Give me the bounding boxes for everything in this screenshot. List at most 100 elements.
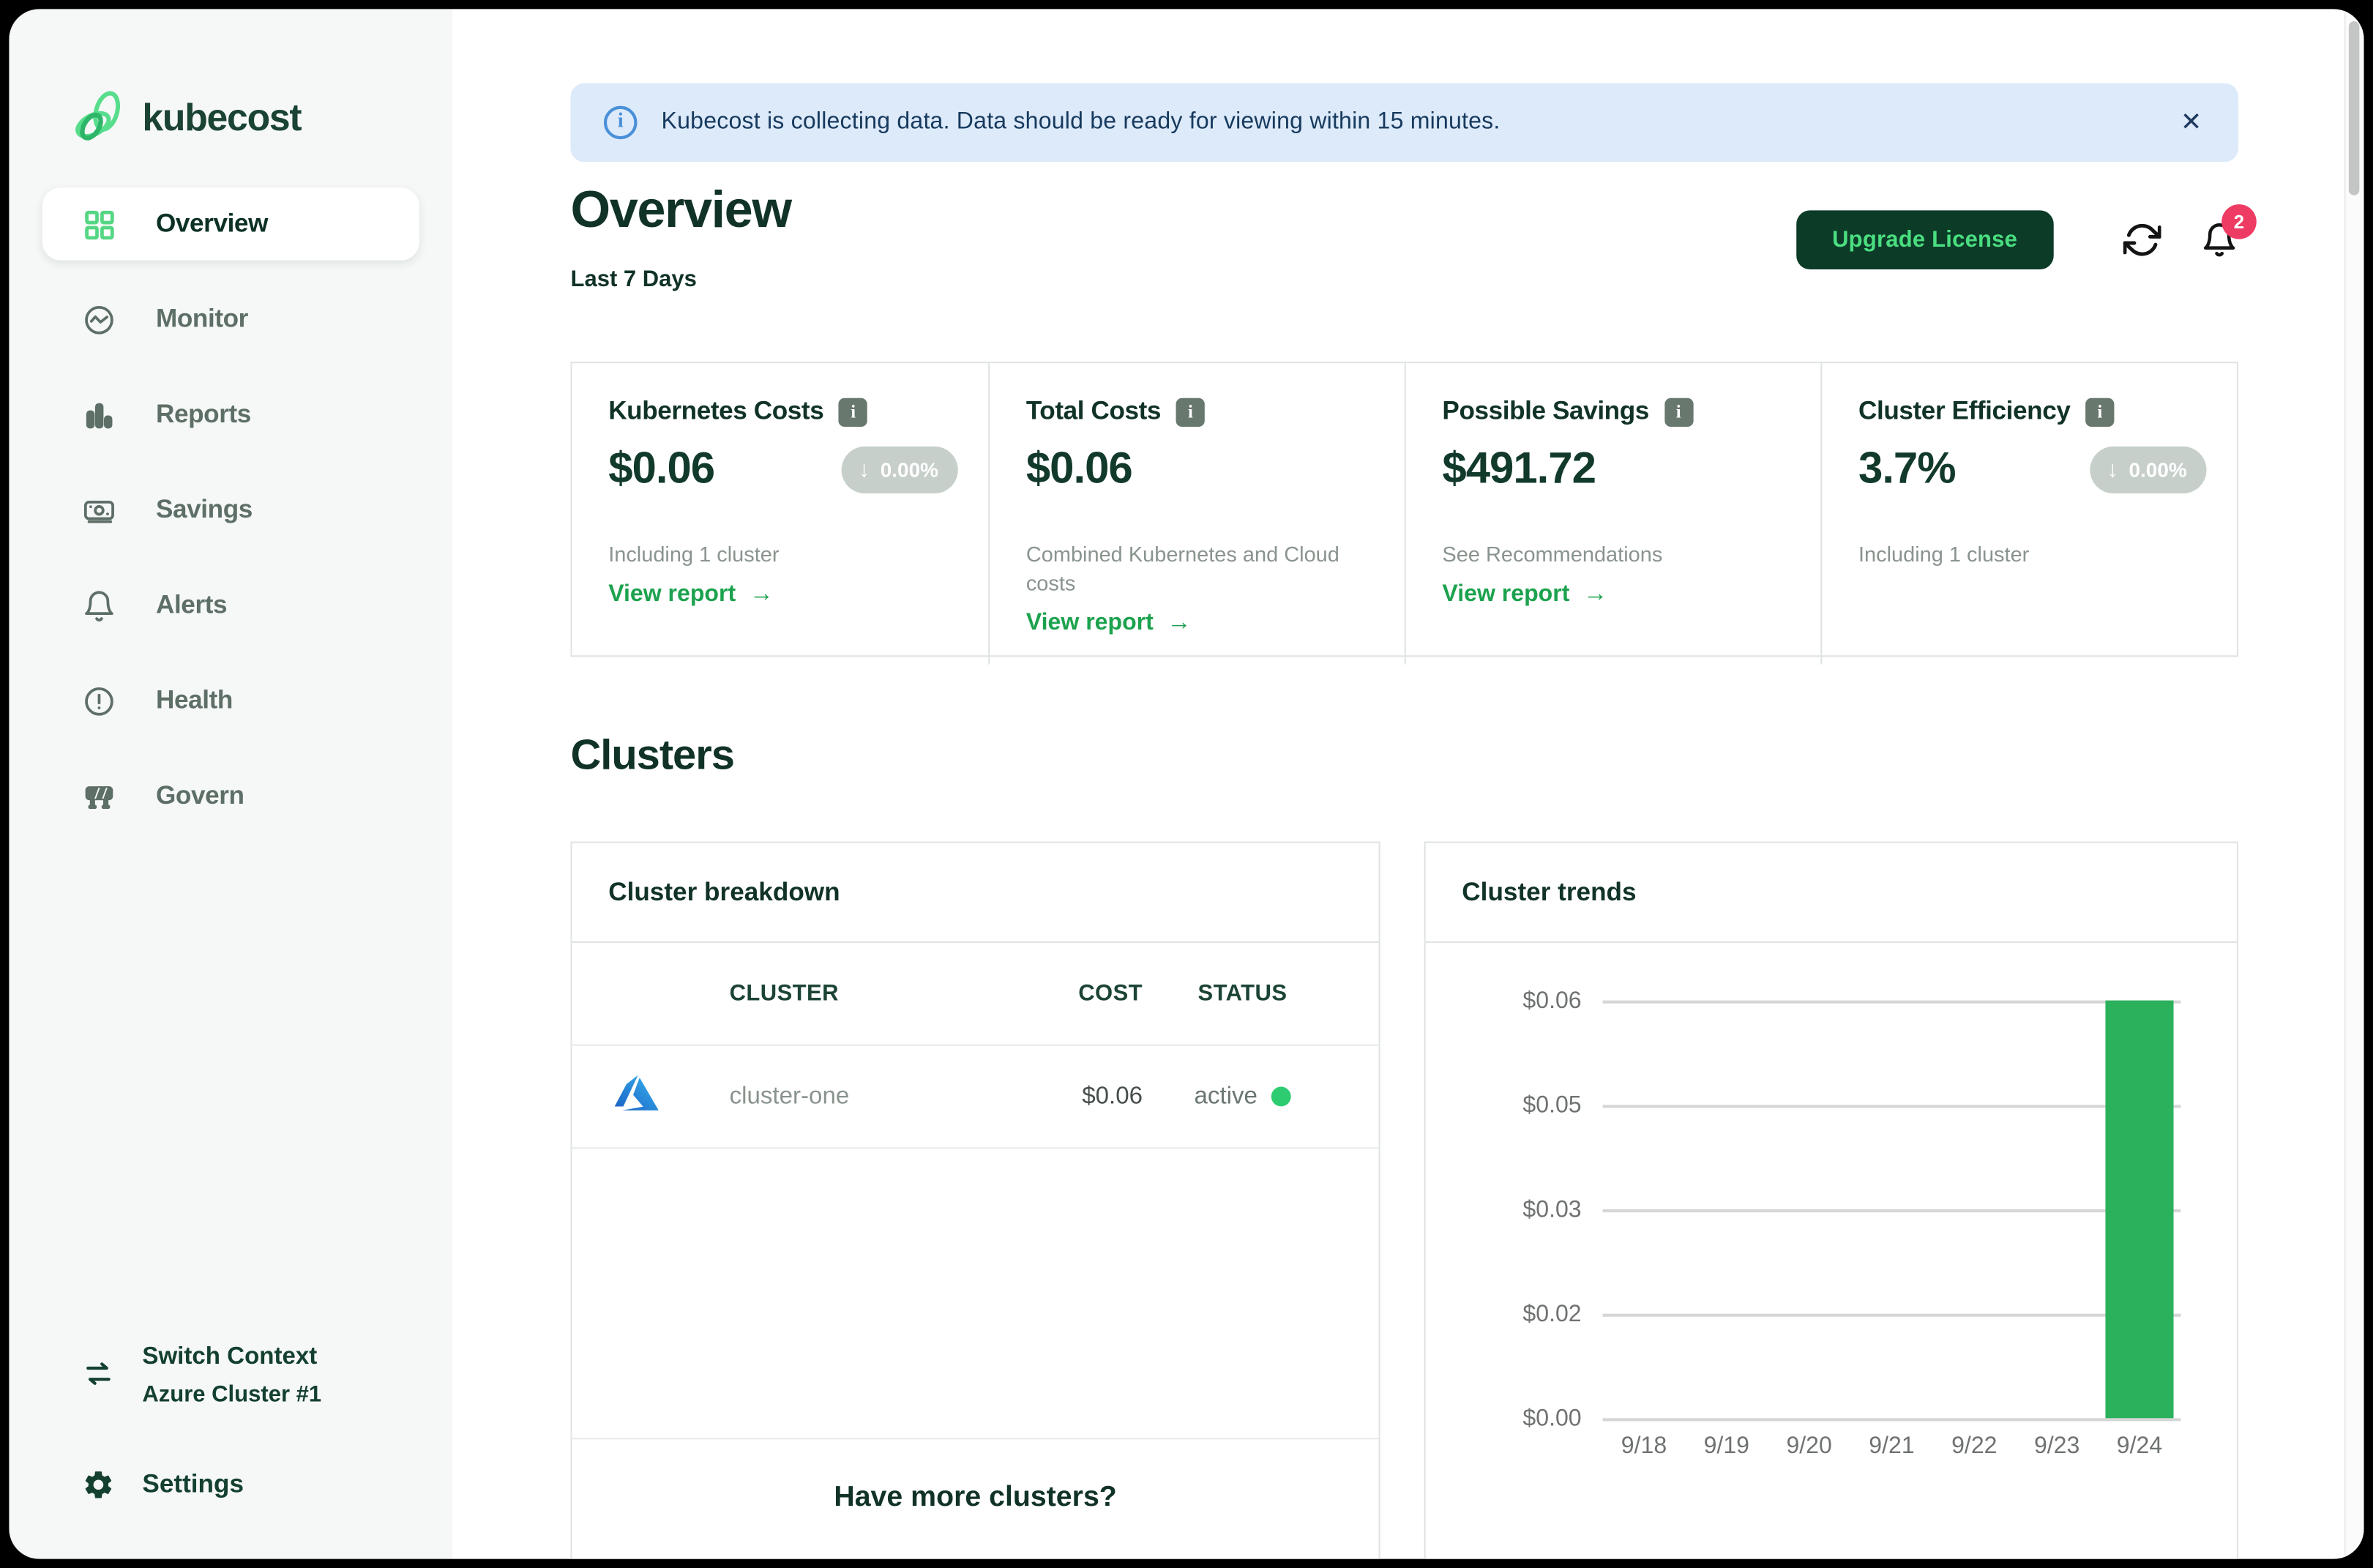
- table-header-row: CLUSTER COST STATUS: [572, 943, 1379, 1046]
- kubecost-leaf-icon: [70, 88, 130, 149]
- notification-count-badge: 2: [2221, 204, 2257, 239]
- delta-badge: 0.00%: [842, 447, 958, 493]
- notifications-button[interactable]: 2: [2200, 221, 2238, 259]
- main-content: Kubecost is collecting data. Data should…: [452, 9, 2363, 1558]
- refresh-button[interactable]: [2123, 221, 2161, 259]
- sidebar-item-label: Alerts: [156, 590, 227, 620]
- card-total-costs: Total Costs $0.06 Combined Kubernetes an…: [988, 363, 1405, 664]
- card-note: See Recommendations: [1442, 540, 1775, 569]
- card-title: Possible Savings: [1442, 397, 1649, 427]
- cluster-name: cluster-one: [730, 1083, 998, 1110]
- chart-plot: $0.06$0.05$0.03$0.02$0.009/189/199/209/2…: [1603, 1001, 2181, 1419]
- x-tick-label: 9/18: [1621, 1433, 1667, 1460]
- sidebar-item-label: Overview: [156, 209, 268, 239]
- swap-arrows-icon: [82, 1359, 115, 1392]
- column-header-cluster: CLUSTER: [730, 981, 998, 1007]
- summary-cards-row: Kubernetes Costs $0.06 0.00% Including 1…: [570, 362, 2238, 657]
- settings-button[interactable]: Settings: [82, 1468, 416, 1501]
- sidebar-item-label: Reports: [156, 400, 251, 430]
- card-title: Kubernetes Costs: [608, 397, 823, 427]
- card-value: $0.06: [608, 445, 714, 495]
- date-range-label: Last 7 Days: [570, 266, 791, 292]
- sidebar-item-alerts[interactable]: Alerts: [42, 569, 419, 641]
- card-value: $0.06: [1026, 445, 1132, 495]
- view-report-link[interactable]: View report: [1026, 610, 1375, 637]
- cluster-trends-panel: Cluster trends $0.06$0.05$0.03$0.02$0.00…: [1424, 842, 2238, 1559]
- switch-context-button[interactable]: Switch Context Azure Cluster #1: [82, 1344, 416, 1408]
- view-report-label: View report: [1026, 610, 1154, 637]
- info-icon[interactable]: [1176, 397, 1205, 426]
- header-actions: Upgrade License 2: [1795, 210, 2238, 269]
- chart-gridline: $0.05: [1603, 1105, 2181, 1108]
- card-title: Total Costs: [1026, 397, 1161, 427]
- chart-bar-9/24: [2105, 1001, 2174, 1419]
- panel-title: Cluster trends: [1426, 843, 2237, 943]
- y-tick-label: $0.05: [1522, 1093, 1581, 1120]
- sidebar-item-govern[interactable]: Govern: [42, 760, 419, 832]
- card-possible-savings: Possible Savings $491.72 See Recommendat…: [1405, 363, 1821, 664]
- page-header: Overview Last 7 Days Upgrade License: [570, 180, 2238, 292]
- sidebar-item-health[interactable]: Health: [42, 665, 419, 737]
- card-note: Combined Kubernetes and Cloud costs: [1026, 540, 1359, 597]
- card-value: 3.7%: [1858, 445, 1956, 495]
- view-report-link[interactable]: View report: [1442, 581, 1790, 608]
- x-tick-label: 9/22: [1951, 1433, 1997, 1460]
- bell-icon: [82, 588, 117, 623]
- x-tick-label: 9/21: [1869, 1433, 1914, 1460]
- down-arrow-icon: [859, 458, 870, 483]
- scrollbar-thumb[interactable]: [2349, 21, 2359, 195]
- grid-icon: [82, 206, 117, 242]
- info-circle-icon: [604, 106, 637, 139]
- info-icon[interactable]: [2085, 397, 2114, 426]
- kubecost-logo[interactable]: kubecost: [9, 9, 452, 148]
- app-window: kubecost Overview M: [0, 0, 2373, 1568]
- upgrade-license-button[interactable]: Upgrade License: [1795, 210, 2053, 269]
- sidebar-item-label: Monitor: [156, 305, 248, 335]
- y-tick-label: $0.00: [1522, 1406, 1581, 1433]
- clusters-heading: Clusters: [570, 731, 2238, 780]
- card-value: $491.72: [1442, 445, 1596, 495]
- down-arrow-icon: [2107, 458, 2119, 483]
- delta-badge: 0.00%: [2090, 447, 2207, 493]
- switch-context-label: Switch Context: [142, 1344, 321, 1371]
- table-empty-space: [572, 1149, 1379, 1438]
- arrow-right-icon: [1583, 581, 1607, 608]
- close-icon[interactable]: ✕: [2180, 108, 2202, 138]
- sidebar-item-reports[interactable]: Reports: [42, 378, 419, 451]
- sidebar-item-label: Health: [156, 686, 233, 716]
- active-status-dot: [1271, 1087, 1291, 1107]
- info-icon[interactable]: [839, 397, 867, 426]
- view-report-label: View report: [608, 581, 736, 608]
- y-tick-label: $0.03: [1522, 1198, 1581, 1225]
- info-icon[interactable]: [1664, 397, 1693, 426]
- delta-value: 0.00%: [2129, 459, 2187, 482]
- card-note: Including 1 cluster: [608, 540, 941, 569]
- page-title: Overview: [570, 180, 791, 241]
- kubecost-window: kubecost Overview M: [9, 9, 2363, 1558]
- card-title: Cluster Efficiency: [1858, 397, 2070, 427]
- column-header-cost: COST: [998, 981, 1143, 1007]
- sidebar-item-savings[interactable]: Savings: [42, 474, 419, 546]
- settings-label: Settings: [142, 1470, 244, 1500]
- sidebar-item-overview[interactable]: Overview: [42, 187, 419, 260]
- sidebar-item-monitor[interactable]: Monitor: [42, 283, 419, 356]
- banner-message: Kubecost is collecting data. Data should…: [662, 109, 1501, 136]
- arrow-right-icon: [1167, 610, 1191, 637]
- y-tick-label: $0.06: [1522, 988, 1581, 1015]
- delta-value: 0.00%: [881, 459, 938, 482]
- scrollbar-track[interactable]: [2344, 9, 2364, 1558]
- x-tick-label: 9/24: [2117, 1433, 2162, 1460]
- view-report-link[interactable]: View report: [608, 581, 958, 608]
- card-kubernetes-costs: Kubernetes Costs $0.06 0.00% Including 1…: [572, 363, 989, 664]
- y-tick-label: $0.02: [1522, 1302, 1581, 1329]
- panel-title: Cluster breakdown: [572, 843, 1379, 943]
- clusters-section: Cluster breakdown CLUSTER COST STATUS: [570, 842, 2238, 1559]
- gear-icon: [82, 1468, 115, 1501]
- table-row[interactable]: cluster-one $0.06 active: [572, 1046, 1379, 1149]
- sidebar-footer: Switch Context Azure Cluster #1 Settings: [9, 1344, 452, 1559]
- refresh-icon: [2123, 221, 2161, 259]
- status-badge: active: [1195, 1083, 1291, 1110]
- card-cluster-efficiency: Cluster Efficiency 3.7% 0.00% Including …: [1820, 363, 2237, 664]
- cluster-breakdown-panel: Cluster breakdown CLUSTER COST STATUS: [570, 842, 1380, 1559]
- view-report-label: View report: [1442, 581, 1569, 608]
